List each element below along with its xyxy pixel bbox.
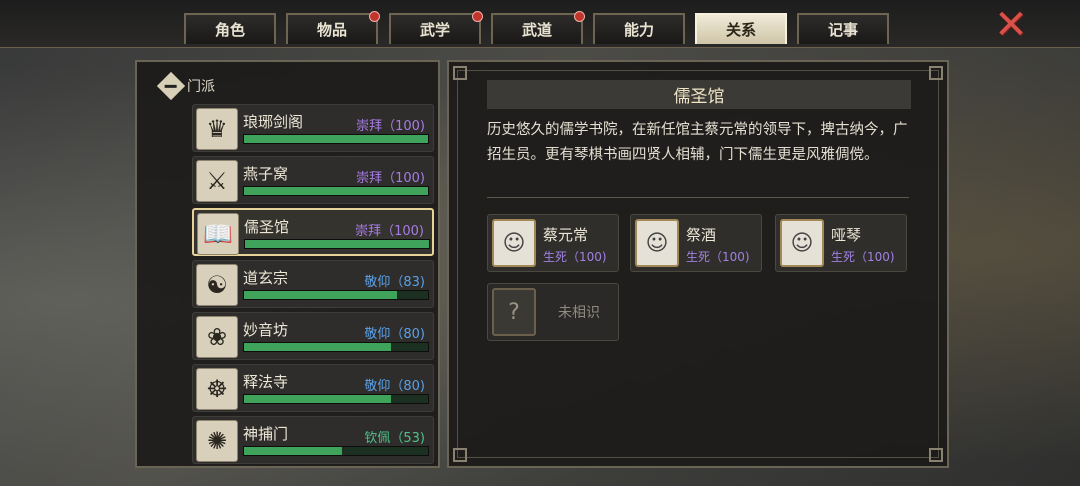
book-icon: 📖 bbox=[197, 213, 239, 255]
top-tab-bar: 角色 物品 武学 武道 能力 关系 记事 ✕ bbox=[0, 0, 1080, 48]
faction-status: 钦佩（53) bbox=[364, 431, 425, 446]
member-card[interactable]: ☺ 哑琴 生死（100) bbox=[775, 214, 907, 272]
faction-status: 崇拜（100) bbox=[356, 171, 425, 186]
reputation-bar bbox=[243, 134, 429, 144]
corner-ornament bbox=[453, 66, 467, 80]
tab-journal[interactable]: 记事 bbox=[797, 13, 889, 44]
portrait-scholar-icon: ☺ bbox=[635, 219, 679, 267]
section-label: 门派 bbox=[187, 79, 215, 95]
faction-name: 儒圣馆 bbox=[244, 218, 290, 236]
tab-relations[interactable]: 关系 bbox=[695, 13, 787, 44]
crossed-blades-icon: ⚔ bbox=[196, 160, 238, 202]
faction-name: 燕子窝 bbox=[243, 165, 289, 183]
lotus-icon: ❀ bbox=[196, 316, 238, 358]
faction-item[interactable]: ❀ 妙音坊 敬仰（80) bbox=[192, 312, 434, 360]
reputation-bar bbox=[243, 290, 429, 300]
badge-icon: ✺ bbox=[196, 420, 238, 462]
faction-name: 琅琊剑阁 bbox=[243, 113, 304, 131]
question-mark-icon: ? bbox=[492, 288, 536, 336]
reputation-bar bbox=[243, 394, 429, 404]
faction-item[interactable]: ♛ 琅琊剑阁 崇拜（100) bbox=[192, 104, 434, 152]
faction-title: 儒圣馆 bbox=[487, 80, 911, 109]
collapse-icon[interactable] bbox=[156, 71, 186, 101]
faction-name: 神捕门 bbox=[243, 425, 289, 443]
faction-description: 历史悠久的儒学书院，在新任馆主蔡元常的领导下，捭古纳今，广招生员。更有琴棋书画四… bbox=[487, 122, 908, 163]
tab-character[interactable]: 角色 bbox=[184, 13, 276, 44]
faction-name: 妙音坊 bbox=[243, 321, 289, 339]
reputation-bar bbox=[244, 239, 430, 249]
faction-detail-panel: 儒圣馆 历史悠久的儒学书院，在新任馆主蔡元常的领导下，捭古纳今，广招生员。更有琴… bbox=[447, 60, 949, 468]
faction-section-header[interactable]: 门派 bbox=[156, 71, 215, 101]
tab-abilities[interactable]: 能力 bbox=[593, 13, 685, 44]
portrait-elder-icon: ☺ bbox=[492, 219, 536, 267]
faction-status: 敬仰（80) bbox=[364, 379, 425, 394]
tab-martial-way[interactable]: 武道 bbox=[491, 11, 585, 44]
tab-items[interactable]: 物品 bbox=[286, 11, 380, 44]
corner-ornament bbox=[929, 448, 943, 462]
divider bbox=[487, 197, 909, 198]
notification-badge bbox=[574, 11, 585, 22]
faction-item[interactable]: ☯ 道玄宗 敬仰（83) bbox=[192, 260, 434, 308]
faction-item[interactable]: ☸ 释法寺 敬仰（80) bbox=[192, 364, 434, 412]
corner-ornament bbox=[929, 66, 943, 80]
reputation-bar bbox=[243, 342, 429, 352]
faction-name: 释法寺 bbox=[243, 373, 289, 391]
notification-badge bbox=[369, 11, 380, 22]
yin-yang-icon: ☯ bbox=[196, 264, 238, 306]
portrait-musician-icon: ☺ bbox=[780, 219, 824, 267]
faction-name: 道玄宗 bbox=[243, 269, 289, 287]
faction-status: 崇拜（100) bbox=[355, 224, 424, 239]
member-name: 蔡元常 bbox=[543, 226, 589, 244]
tab-martial-arts[interactable]: 武学 bbox=[389, 11, 483, 44]
member-card[interactable]: ☺ 祭酒 生死（100) bbox=[630, 214, 762, 272]
faction-status: 敬仰（80) bbox=[364, 327, 425, 342]
faction-list-panel: 门派 ♛ 琅琊剑阁 崇拜（100) ⚔ 燕子窝 崇拜（100) 📖 儒圣馆 崇拜… bbox=[135, 60, 440, 468]
member-status: 生死（100) bbox=[831, 250, 895, 264]
notification-badge bbox=[472, 11, 483, 22]
close-x-icon[interactable]: ✕ bbox=[994, 5, 1028, 45]
faction-item[interactable]: ✺ 神捕门 钦佩（53) bbox=[192, 416, 434, 464]
faction-item[interactable]: 📖 儒圣馆 崇拜（100) bbox=[192, 208, 434, 256]
reputation-bar bbox=[243, 446, 429, 456]
member-status: 生死（100) bbox=[543, 250, 607, 264]
faction-status: 敬仰（83) bbox=[364, 275, 425, 290]
unknown-label: 未相识 bbox=[558, 305, 600, 321]
corner-ornament bbox=[453, 448, 467, 462]
crown-icon: ♛ bbox=[196, 108, 238, 150]
reputation-bar bbox=[243, 186, 429, 196]
faction-item[interactable]: ⚔ 燕子窝 崇拜（100) bbox=[192, 156, 434, 204]
faction-status: 崇拜（100) bbox=[356, 119, 425, 134]
buddha-icon: ☸ bbox=[196, 368, 238, 410]
member-name: 哑琴 bbox=[831, 226, 862, 244]
member-status: 生死（100) bbox=[686, 250, 750, 264]
unknown-member-card[interactable]: ? 未相识 bbox=[487, 283, 619, 341]
member-name: 祭酒 bbox=[686, 226, 717, 244]
member-card[interactable]: ☺ 蔡元常 生死（100) bbox=[487, 214, 619, 272]
